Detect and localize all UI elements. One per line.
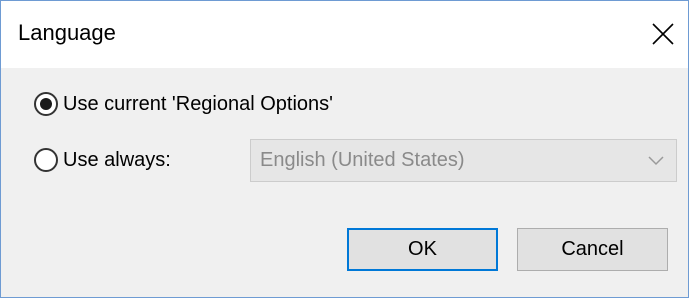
ok-button[interactable]: OK <box>347 228 498 271</box>
option-regional[interactable]: Use current 'Regional Options' <box>34 89 333 119</box>
title-bar: Language <box>1 1 688 68</box>
option-use-always[interactable]: Use always: <box>34 145 171 175</box>
close-icon <box>652 23 674 45</box>
dialog-title: Language <box>18 20 116 45</box>
language-select[interactable]: English (United States) <box>250 139 677 182</box>
language-select-value: English (United States) <box>260 149 465 171</box>
radio-use-always-label: Use always: <box>63 148 171 171</box>
close-button[interactable] <box>638 1 688 68</box>
radio-use-always[interactable] <box>34 148 58 172</box>
radio-regional-label: Use current 'Regional Options' <box>63 92 333 115</box>
language-dialog: Language Use current 'Regional Options' … <box>0 0 689 298</box>
chevron-down-icon <box>648 156 664 166</box>
radio-regional-options[interactable] <box>34 92 58 116</box>
cancel-button[interactable]: Cancel <box>517 228 668 271</box>
